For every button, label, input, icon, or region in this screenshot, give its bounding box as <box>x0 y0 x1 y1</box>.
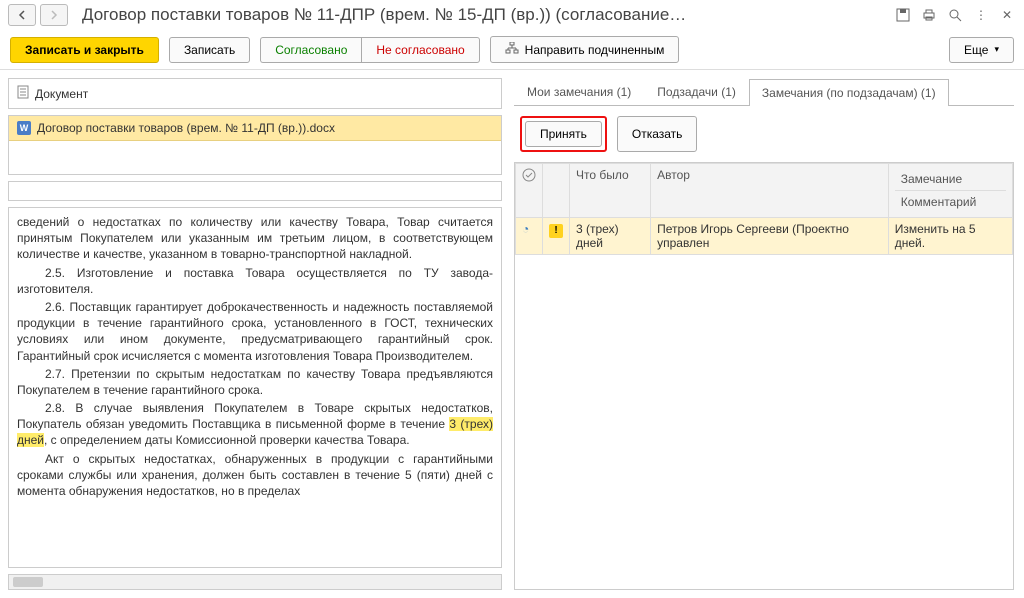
col-flag[interactable] <box>543 164 570 218</box>
table-row[interactable]: ◔ ! 3 (трех) дней Петров Игорь Сергееви … <box>516 218 1013 255</box>
forward-button[interactable]: Направить подчиненным <box>490 36 680 63</box>
more-button[interactable]: Еще ▾ <box>949 37 1014 63</box>
notes-table: Что было Автор Замечание Комментарий ◔ !… <box>515 163 1013 255</box>
cell-what: 3 (трех) дней <box>570 218 651 255</box>
reject-button[interactable]: Отказать <box>617 116 698 152</box>
nav-forward-button[interactable] <box>40 4 68 26</box>
search-icon[interactable] <box>946 6 964 24</box>
nav-back-button[interactable] <box>8 4 36 26</box>
document-list: W Договор поставки товаров (врем. № 11-Д… <box>8 115 502 175</box>
cell-note: Изменить на 5 дней. <box>888 218 1012 255</box>
clock-icon: ◔ <box>522 222 529 236</box>
hierarchy-icon <box>505 42 519 57</box>
save-button[interactable]: Записать <box>169 37 250 63</box>
tab-my-notes[interactable]: Мои замечания (1) <box>514 78 644 105</box>
document-content[interactable]: сведений о недостатках по количеству или… <box>8 207 502 568</box>
more-icon[interactable]: ⋮ <box>972 6 990 24</box>
col-check[interactable] <box>516 164 543 218</box>
col-note-comment[interactable]: Замечание Комментарий <box>888 164 1012 218</box>
document-icon <box>17 85 29 102</box>
cell-author: Петров Игорь Сергееви (Проектно управлен <box>651 218 889 255</box>
col-what-was[interactable]: Что было <box>570 164 651 218</box>
warning-icon: ! <box>549 224 563 238</box>
agreed-button[interactable]: Согласовано <box>260 37 361 63</box>
word-file-icon: W <box>17 121 31 135</box>
horizontal-scrollbar[interactable] <box>8 574 502 590</box>
document-section-header: Документ <box>8 78 502 109</box>
accept-highlight: Принять <box>520 116 607 152</box>
col-author[interactable]: Автор <box>651 164 889 218</box>
tab-subtasks[interactable]: Подзадачи (1) <box>644 78 749 105</box>
print-icon[interactable] <box>920 6 938 24</box>
accept-button[interactable]: Принять <box>525 121 602 147</box>
not-agreed-button[interactable]: Не согласовано <box>361 37 479 63</box>
document-item[interactable]: W Договор поставки товаров (врем. № 11-Д… <box>9 116 501 141</box>
chevron-down-icon: ▾ <box>994 44 999 55</box>
window-title: Договор поставки товаров № 11-ДПР (врем.… <box>82 5 890 25</box>
save-icon[interactable] <box>894 6 912 24</box>
close-icon[interactable]: ✕ <box>998 6 1016 24</box>
tab-notes-subtasks[interactable]: Замечания (по подзадачам) (1) <box>749 79 949 106</box>
spacer-bar <box>8 181 502 201</box>
save-close-button[interactable]: Записать и закрыть <box>10 37 159 63</box>
